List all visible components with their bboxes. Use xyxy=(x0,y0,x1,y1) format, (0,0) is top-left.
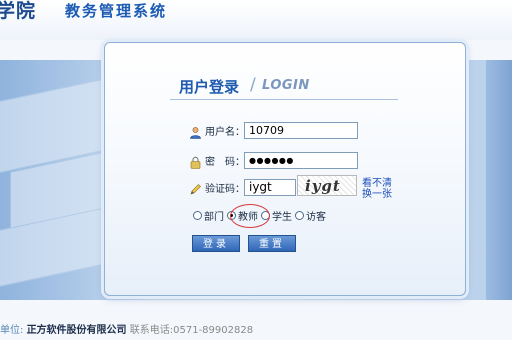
top-banner: 学院 教务管理系统 xyxy=(0,0,512,40)
captcha-refresh-link[interactable]: 看不清 换一张 xyxy=(362,178,394,200)
username-label: 用户名： xyxy=(205,126,245,138)
password-row: 密 码： xyxy=(189,151,245,169)
captcha-image[interactable]: iygt xyxy=(297,175,357,196)
reset-button[interactable]: 重置 xyxy=(248,235,296,252)
captcha-row: 验证码： xyxy=(189,178,245,196)
role-option-visitor[interactable]: 访客 xyxy=(295,208,326,223)
role-label: 访客 xyxy=(306,212,326,223)
title-divider xyxy=(170,99,398,100)
footer-company: 正方软件股份有限公司 xyxy=(26,325,127,336)
captcha-label: 验证码： xyxy=(205,183,245,195)
login-title-separator: / xyxy=(250,75,256,95)
username-row: 用户名： xyxy=(189,121,245,139)
login-title: 用户登录 xyxy=(179,78,240,96)
captcha-refresh-line1: 看不清 xyxy=(362,178,392,189)
login-subtitle: LOGIN xyxy=(262,78,310,93)
pencil-icon xyxy=(189,181,202,194)
login-button[interactable]: 登录 xyxy=(192,235,240,252)
footer: 单位: 正方软件股份有限公司 联系电话:0571-89902828 xyxy=(0,321,253,336)
username-input[interactable]: 10709 xyxy=(244,122,358,139)
password-label: 密 码： xyxy=(205,156,245,168)
role-label: 部门 xyxy=(204,212,224,223)
radio-button[interactable] xyxy=(193,211,202,220)
teacher-highlight-annotation xyxy=(230,204,270,228)
password-input[interactable]: ●●●●●● xyxy=(244,152,358,169)
system-title: 教务管理系统 xyxy=(65,2,168,20)
school-name-fragment: 学院 xyxy=(0,0,37,22)
captcha-input[interactable]: iygt xyxy=(244,179,296,196)
user-icon xyxy=(189,124,202,139)
lock-icon xyxy=(189,154,202,169)
radio-button[interactable] xyxy=(295,211,304,220)
footer-phone-label: 联系电话: xyxy=(129,325,174,336)
role-label: 学生 xyxy=(272,212,292,223)
footer-phone: 0571-89902828 xyxy=(173,325,254,336)
right-stripe xyxy=(486,60,512,300)
footer-unit-label: 单位: xyxy=(0,325,24,336)
role-option-department[interactable]: 部门 xyxy=(193,208,224,223)
captcha-refresh-line2: 换一张 xyxy=(362,189,392,200)
